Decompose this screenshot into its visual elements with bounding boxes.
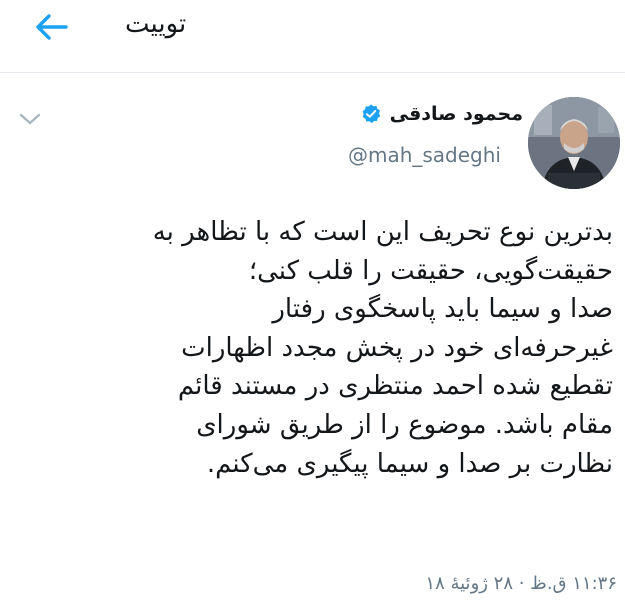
chevron-down-icon	[19, 113, 41, 125]
tweet-text-line: غیرحرفه‌ای خود در پخش مجدد اظهارات	[181, 332, 613, 363]
top-app-bar: توییت	[0, 0, 625, 73]
tweet-text-line: بدترین نوع تحریف این است که با تظاهر به	[152, 217, 613, 247]
author-name-row[interactable]: محمود صادقی	[360, 103, 523, 125]
tweet-text-line: نظارت بر صدا و سیما پیگیری می‌کنم.	[206, 448, 613, 479]
tweet-text-line: صدا و سیما باید پاسخگوی رفتار	[272, 294, 613, 325]
page-title: توییت	[125, 9, 187, 39]
tweet-text-line: مقام باشد. موضوع را از طریق شورای	[196, 409, 613, 440]
author-handle[interactable]: @mah_sadeghi	[348, 143, 501, 167]
avatar[interactable]	[528, 97, 620, 189]
back-button[interactable]	[30, 8, 72, 46]
arrow-left-icon	[36, 14, 68, 40]
tweet-timestamp[interactable]: ۱۱:۳۶ ق.ظ · ۲۸ ژوئیهٔ ۱۸	[425, 571, 617, 597]
tweet-text-line: تقطیع شده احمد منتظری در مستند قائم	[177, 371, 613, 402]
author-display-name[interactable]: محمود صادقی	[390, 103, 523, 125]
tweet-menu-button[interactable]	[18, 109, 42, 129]
verified-badge-icon	[362, 104, 380, 124]
tweet-text-line: حقیقت‌گویی، حقیقت را قلب کنی؛	[248, 255, 613, 286]
tweet-text: بدترین نوع تحریف این است که با تظاهر به …	[13, 213, 613, 483]
avatar-portrait	[528, 97, 620, 189]
tweet-card[interactable]: محمود صادقی @mah_sadeghi بدترین نوع تحری…	[0, 73, 625, 603]
